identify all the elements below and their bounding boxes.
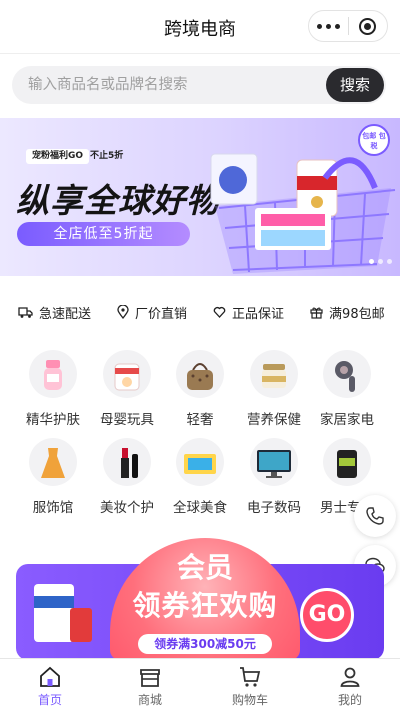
- home-icon: [40, 666, 60, 687]
- mini-program-capsule: [308, 10, 388, 42]
- feature-genuine: 正品保证: [213, 300, 284, 324]
- tab-label: 我的: [337, 693, 362, 707]
- category-label: 精华护肤: [26, 412, 80, 428]
- tab-store[interactable]: 商城: [100, 659, 200, 712]
- feature-factory-direct: 厂价直销: [117, 300, 187, 324]
- category-luxury[interactable]: 轻奢: [165, 350, 235, 428]
- category-clothing[interactable]: 服饰馆: [18, 438, 88, 516]
- promo-go-button[interactable]: GO: [300, 588, 354, 642]
- feature-label: 厂价直销: [135, 306, 188, 322]
- category-label: 电子数码: [247, 500, 301, 516]
- category-nutrition[interactable]: 营养保健: [239, 350, 309, 428]
- promo-line2: 领券狂欢购: [132, 589, 278, 622]
- user-icon: [340, 667, 360, 687]
- banner-subline: 全店低至5折起: [17, 222, 190, 246]
- cart-icon: [240, 667, 261, 687]
- location-pin-icon: [117, 305, 129, 319]
- category-label: 服饰馆: [32, 500, 74, 516]
- feature-label: 满98包邮: [329, 306, 385, 322]
- category-label: 母婴玩具: [100, 412, 154, 428]
- promo-line1: 会员: [176, 551, 233, 584]
- search-button[interactable]: 搜索: [326, 68, 384, 102]
- tab-cart[interactable]: 购物车: [200, 659, 300, 712]
- feature-label: 急速配送: [39, 306, 92, 322]
- close-target-icon[interactable]: [348, 17, 387, 35]
- category-label: 美妆个护: [100, 500, 154, 516]
- tab-home[interactable]: 首页: [0, 659, 100, 712]
- shopping-cart-illustration: [210, 153, 396, 274]
- category-electronics[interactable]: 电子数码: [239, 438, 309, 516]
- dress-icon: [29, 438, 77, 486]
- promo-coupon-label: 领券满300减50元: [138, 634, 272, 654]
- gift-icon: [310, 307, 323, 319]
- tab-me[interactable]: 我的: [300, 659, 400, 712]
- feature-free-shipping: 满98包邮: [310, 300, 385, 324]
- feature-label: 正品保证: [232, 306, 285, 322]
- search-input[interactable]: [28, 66, 318, 104]
- category-home-appliances[interactable]: 家居家电: [312, 350, 382, 428]
- banner-headline: 纵享全球好物: [16, 181, 220, 220]
- tab-label: 购物车: [231, 693, 268, 707]
- service-features: 急速配送 厂价直销 正品保证 满98包邮: [0, 300, 400, 324]
- supplement-jar-icon: [250, 350, 298, 398]
- search-bar: 搜索: [12, 66, 386, 104]
- banner-tag-fans: 宠粉福利GO: [26, 149, 90, 164]
- handbag-icon: [176, 350, 224, 398]
- tab-label: 商城: [137, 693, 162, 707]
- promo-center-panel: 会员 领券狂欢购 领券满300减50元: [110, 538, 300, 660]
- promo-banner[interactable]: 宠粉福利GO 不止5折 纵享全球好物 全店低至5折起 包邮 包税: [0, 118, 400, 276]
- snack-box-icon: [176, 438, 224, 486]
- baby-formula-icon: [103, 350, 151, 398]
- category-skincare[interactable]: 精华护肤: [18, 350, 88, 428]
- category-label: 轻奢: [186, 412, 214, 428]
- banner-tag-discount: 不止5折: [90, 151, 124, 161]
- truck-icon: [18, 306, 33, 318]
- banner-pagination[interactable]: [369, 259, 392, 264]
- skincare-bottle-icon: [29, 350, 77, 398]
- header-bar: 跨境电商: [0, 0, 400, 54]
- member-coupon-banner[interactable]: 会员 领券狂欢购 领券满300减50元 GO: [16, 538, 384, 660]
- heart-shield-icon: [213, 306, 226, 318]
- mens-care-icon: [323, 438, 371, 486]
- tab-label: 首页: [37, 693, 62, 707]
- baby-formula-product-icon: [34, 584, 92, 642]
- app-page: 跨境电商 搜索 宠粉福利GO 不止5折 纵享全球好物 全店低至5折起 包邮 包税: [0, 0, 400, 712]
- category-label: 营养保健: [247, 412, 301, 428]
- store-icon: [140, 669, 160, 687]
- phone-contact-button[interactable]: [354, 495, 396, 537]
- category-label: 全球美食: [173, 500, 227, 516]
- category-label: 家居家电: [320, 412, 374, 428]
- monitor-icon: [250, 438, 298, 486]
- hair-dryer-icon: [323, 350, 371, 398]
- feature-fast-delivery: 急速配送: [18, 300, 91, 324]
- bottom-tab-bar: 首页 商城 购物车 我的: [0, 658, 400, 712]
- lipstick-icon: [103, 438, 151, 486]
- category-beauty[interactable]: 美妆个护: [92, 438, 162, 516]
- category-food[interactable]: 全球美食: [165, 438, 235, 516]
- more-icon[interactable]: [309, 23, 348, 29]
- category-baby-toys[interactable]: 母婴玩具: [92, 350, 162, 428]
- phone-icon: [366, 507, 384, 525]
